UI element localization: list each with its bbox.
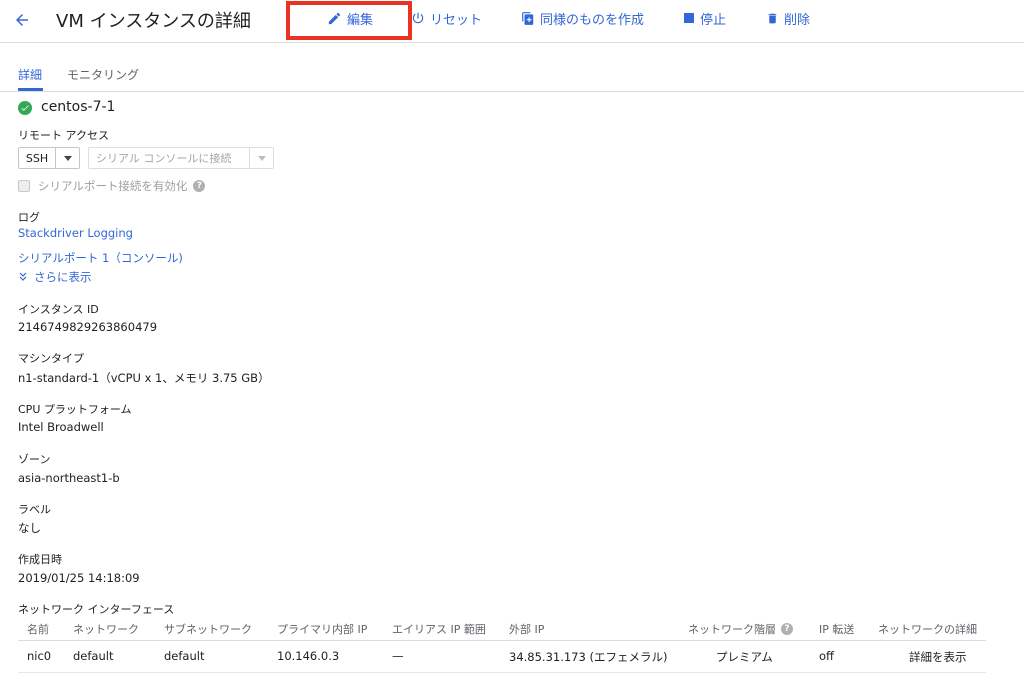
labels-label: ラベル (18, 503, 51, 516)
caret-down-icon (63, 155, 72, 161)
network-interfaces-label: ネットワーク インターフェース (18, 603, 175, 616)
created-label: 作成日時 (18, 553, 62, 566)
labels-value: なし (18, 521, 41, 535)
column-header: 名前 (27, 623, 49, 636)
table-cell-internal-ip: 10.146.0.3 (277, 649, 340, 663)
table-cell-name: nic0 (27, 649, 52, 663)
stop-button-label: 停止 (700, 12, 727, 28)
created-value: 2019/01/25 14:18:09 (18, 571, 140, 585)
column-header: 外部 IP (509, 623, 545, 636)
power-icon (412, 12, 424, 24)
machine-type-value: n1-standard-1（vCPU x 1、メモリ 3.75 GB） (18, 371, 270, 385)
instance-name: centos-7-1 (41, 99, 116, 115)
table-cell-ip-forwarding: off (819, 649, 834, 663)
zone-value: asia-northeast1-b (18, 471, 120, 485)
serial-port-link[interactable]: シリアルポート 1（コンソール) (18, 250, 183, 266)
stop-icon (684, 13, 694, 23)
column-header: IP 転送 (819, 623, 855, 636)
column-header: ネットワーク階層 (688, 623, 776, 636)
reset-button-label: リセット (430, 12, 483, 28)
caret-down-icon (257, 155, 266, 161)
help-icon[interactable]: ? (193, 180, 206, 192)
serial-port-checkbox[interactable] (18, 180, 30, 192)
serial-port-option: シリアルポート接続を有効化 ? (38, 178, 206, 194)
check-circle-icon (18, 101, 32, 115)
serial-port-checkbox-label: シリアルポート接続を有効化 (38, 179, 188, 193)
table-row-divider (18, 672, 986, 673)
tab-bar: 詳細 モニタリング (0, 42, 1024, 92)
tab-details[interactable]: 詳細 (18, 66, 42, 83)
tab-monitoring[interactable]: モニタリング (67, 66, 139, 83)
instance-id-value: 2146749829263860479 (18, 320, 158, 334)
double-chevron-down-icon (19, 272, 27, 281)
clone-button-label: 同様のものを作成 (540, 12, 645, 28)
ssh-dropdown-button[interactable] (55, 147, 80, 169)
highlight-box (286, 1, 412, 40)
table-cell-alias-ip: — (392, 649, 404, 663)
trash-icon (768, 13, 777, 23)
show-more-label: さらに表示 (34, 270, 92, 284)
zone-label: ゾーン (18, 453, 51, 466)
cpu-platform-value: Intel Broadwell (18, 420, 104, 434)
copy-add-icon (522, 11, 534, 25)
serial-console-button: シリアル コンソールに接続 (88, 147, 250, 169)
cpu-platform-label: CPU プラットフォーム (18, 403, 132, 416)
reset-button[interactable]: リセット (411, 8, 482, 28)
table-cell-network: default (73, 649, 114, 663)
clone-button[interactable]: 同様のものを作成 (521, 8, 644, 28)
column-header: ネットワーク (73, 623, 139, 636)
column-header: プライマリ内部 IP (277, 623, 368, 636)
column-header: サブネットワーク (164, 623, 252, 636)
logs-label: ログ (18, 211, 40, 224)
show-more-link[interactable]: さらに表示 (18, 269, 92, 285)
header: VM インスタンスの詳細 編集 リセット 同様のものを作成 停止 削除 (0, 0, 1024, 43)
stop-button[interactable]: 停止 (683, 8, 726, 28)
ssh-button[interactable]: SSH (18, 147, 56, 169)
column-header: ネットワークの詳細 (878, 623, 977, 636)
serial-console-dropdown (249, 147, 274, 169)
view-details-link[interactable]: 詳細を表示 (909, 649, 967, 665)
help-icon[interactable]: ? (781, 623, 793, 635)
table-cell-external-ip: 34.85.31.173 (エフェメラル) (509, 650, 668, 664)
stackdriver-logging-link[interactable]: Stackdriver Logging (18, 226, 133, 240)
column-header-network-tier: ネットワーク階層 ? (688, 621, 793, 637)
arrow-back-icon (16, 14, 28, 26)
column-header: エイリアス IP 範囲 (392, 623, 486, 636)
page-title: VM インスタンスの詳細 (56, 11, 251, 32)
delete-button-label: 削除 (784, 12, 811, 28)
tab-divider (0, 91, 1024, 92)
table-header-divider (18, 640, 986, 641)
machine-type-label: マシンタイプ (18, 352, 84, 365)
back-button[interactable] (10, 8, 34, 32)
remote-access-label: リモート アクセス (18, 129, 109, 142)
table-cell-subnetwork: default (164, 649, 205, 663)
delete-button[interactable]: 削除 (766, 8, 810, 28)
instance-id-label: インスタンス ID (18, 303, 99, 316)
table-cell-network-tier: プレミアム (716, 650, 773, 664)
